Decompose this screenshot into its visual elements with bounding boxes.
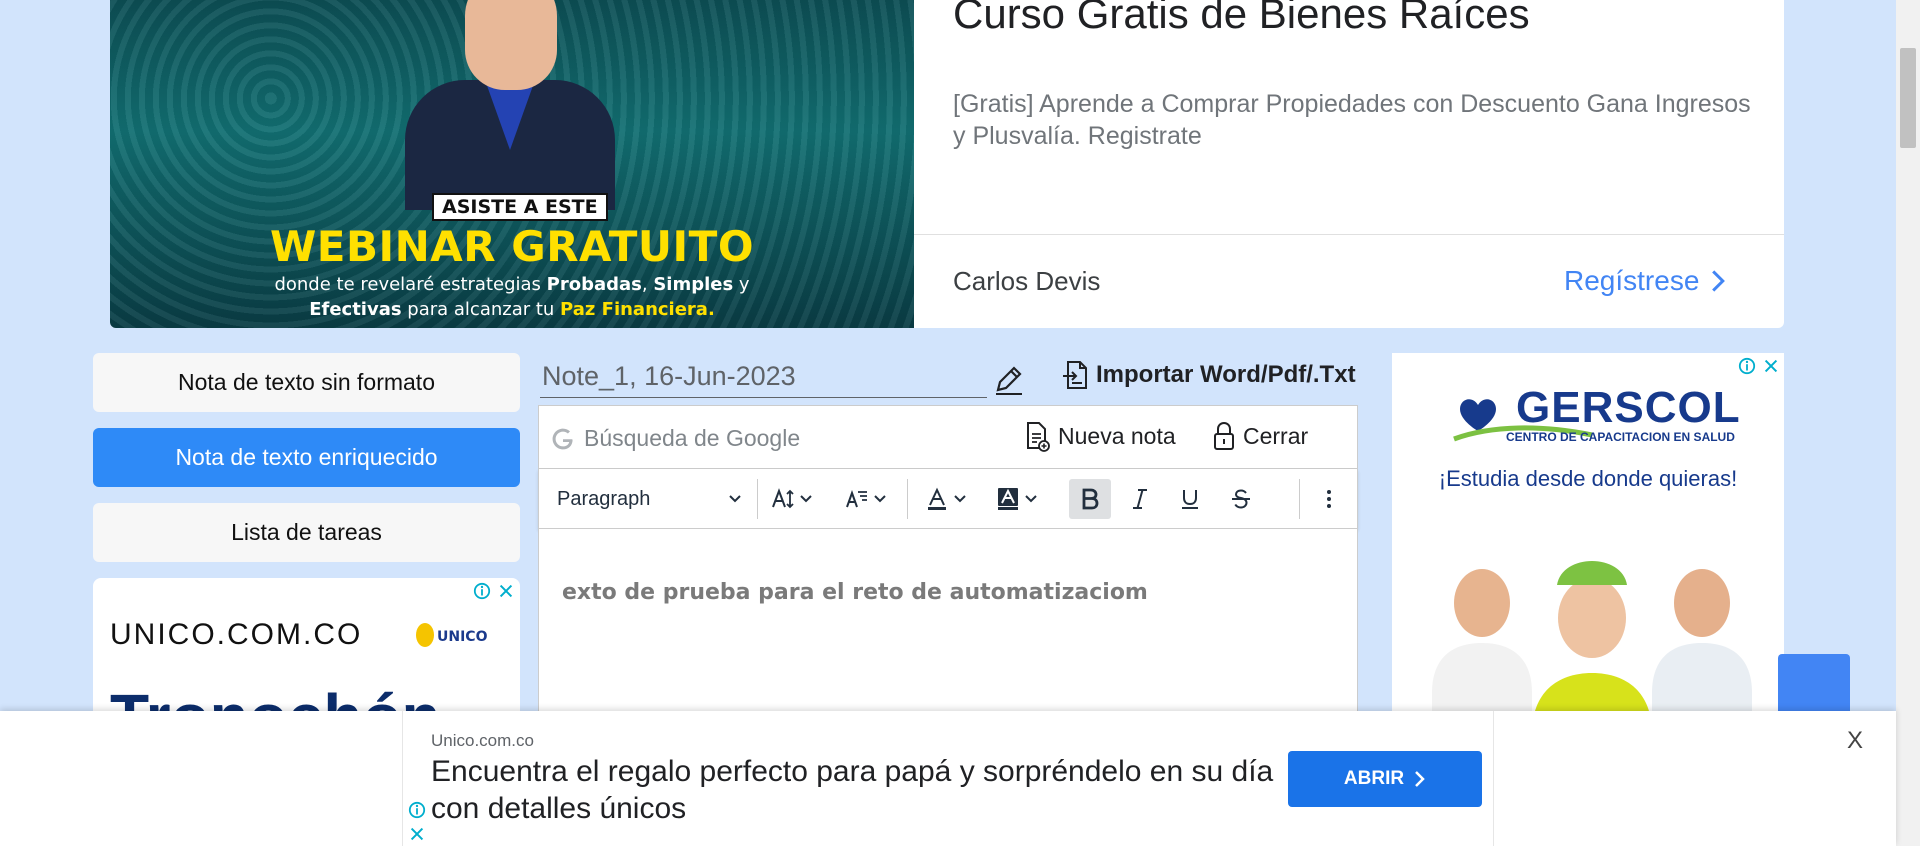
underline-icon (1182, 490, 1198, 509)
line-height-select[interactable] (845, 479, 887, 519)
import-file-button[interactable]: Importar Word/Pdf/.Txt (1062, 360, 1356, 390)
font-size-icon (772, 488, 794, 509)
close-icon[interactable] (408, 825, 426, 843)
pencil-icon[interactable] (992, 362, 1026, 396)
task-list-button[interactable]: Lista de tareas (93, 503, 520, 562)
webinar-subtext-line1: donde te revelaré estrategias Probadas, … (274, 274, 750, 295)
gerscol-slogan: ¡Estudia desde donde quieras! (1438, 466, 1738, 491)
text-color-icon (928, 487, 946, 510)
open-ad-button[interactable]: ABRIR (1288, 751, 1482, 807)
ad-choices[interactable] (473, 582, 515, 600)
block-format-select[interactable]: Paragraph (557, 479, 742, 519)
close-anchor-ad-button[interactable]: X (1847, 727, 1863, 755)
close-icon[interactable] (1762, 357, 1780, 375)
italic-icon (1133, 489, 1147, 509)
strikethrough-button[interactable] (1229, 479, 1253, 519)
editor-toolbar: Paragraph (538, 469, 1358, 529)
close-icon[interactable] (497, 582, 515, 600)
more-options-button[interactable] (1317, 479, 1341, 519)
chevron-down-icon (874, 495, 886, 503)
chevron-right-icon (1415, 771, 1425, 787)
bottom-ad-domain: Unico.com.co (431, 731, 534, 750)
svg-text:UNICO: UNICO (437, 629, 488, 645)
ad-description: [Gratis] Aprende a Comprar Propiedades c… (953, 90, 1751, 150)
top-banner-ad[interactable]: ASISTE A ESTE WEBINAR GRATUITO donde te … (110, 0, 1784, 328)
plain-text-note-button[interactable]: Nota de texto sin formato (93, 353, 520, 412)
rich-text-note-button[interactable]: Nota de texto enriquecido (93, 428, 520, 487)
note-title-input[interactable]: Note_1, 16-Jun-2023 (540, 355, 987, 398)
chevron-right-icon (1712, 270, 1726, 292)
register-link[interactable]: Regístrese (1564, 265, 1727, 297)
bold-button[interactable] (1069, 479, 1111, 519)
webinar-headline: WEBINAR GRATUITO (269, 222, 755, 271)
unico-brand: UNICO.COM.CO (110, 618, 363, 651)
bold-icon (1082, 488, 1099, 510)
google-search-bar[interactable]: Búsqueda de Google Nueva nota Cerrar (538, 405, 1358, 469)
new-note-icon (1027, 422, 1050, 452)
google-icon (552, 428, 573, 450)
gerscol-subtitle: CENTRO DE CAPACITACION EN SALUD (1506, 430, 1735, 444)
close-note-button[interactable]: Cerrar (1211, 420, 1308, 452)
italic-button[interactable] (1128, 479, 1152, 519)
underline-button[interactable] (1178, 479, 1202, 519)
chevron-down-icon (954, 495, 966, 503)
file-import-icon (1063, 361, 1087, 389)
font-size-select[interactable] (771, 479, 813, 519)
lock-icon (1214, 421, 1234, 450)
background-color-button[interactable] (996, 479, 1038, 519)
scrollbar-thumb[interactable] (1900, 48, 1916, 148)
webinar-ad-image[interactable]: ASISTE A ESTE WEBINAR GRATUITO donde te … (110, 0, 914, 328)
ad-divider (914, 234, 1784, 235)
bottom-anchor-ad[interactable]: Unico.com.co Encuentra el regalo perfect… (0, 711, 1896, 846)
info-icon[interactable] (473, 582, 491, 600)
bottom-ad-content[interactable]: Unico.com.co Encuentra el regalo perfect… (402, 711, 1494, 846)
text-color-button[interactable] (925, 479, 967, 519)
unico-logo: UNICO (416, 623, 488, 647)
webinar-subtext-line2: Efectivas para alcanzar tu Paz Financier… (309, 299, 715, 320)
webinar-badge: ASISTE A ESTE (432, 193, 608, 221)
ad-choices[interactable] (408, 801, 426, 843)
info-icon[interactable] (408, 801, 426, 819)
chevron-down-icon (800, 495, 812, 503)
ad-choices[interactable] (1738, 357, 1780, 375)
new-note-button[interactable]: Nueva nota (1024, 420, 1176, 452)
bottom-ad-headline[interactable]: Encuentra el regalo perfecto para papá y… (431, 753, 1291, 827)
ad-title[interactable]: Curso Gratis de Bienes Raíces (953, 0, 1530, 38)
line-height-icon (846, 490, 867, 508)
gerscol-brand: GERSCOL (1516, 383, 1741, 432)
chevron-down-icon (729, 495, 741, 503)
chevron-down-icon (1025, 495, 1037, 503)
ad-advertiser: Carlos Devis (953, 266, 1101, 296)
strikethrough-icon (1232, 489, 1250, 509)
speaker-illustration (395, 0, 625, 210)
more-vertical-icon (1327, 490, 1331, 508)
search-input[interactable]: Búsqueda de Google (584, 425, 800, 452)
editor-content[interactable]: exto de prueba para el reto de automatiz… (562, 580, 1148, 605)
info-icon[interactable] (1738, 357, 1756, 375)
highlight-color-icon (998, 488, 1018, 510)
